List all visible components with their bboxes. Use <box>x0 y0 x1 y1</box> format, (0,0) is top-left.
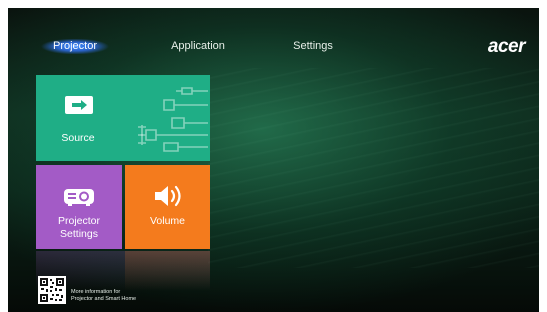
acer-logo: acer <box>487 36 526 57</box>
projector-icon <box>64 189 94 206</box>
tab-application[interactable]: Application <box>158 39 238 54</box>
projector-label-line1: Projector <box>57 215 100 227</box>
projector-settings-tile[interactable]: Projector Settings <box>36 165 122 249</box>
tab-settings[interactable]: Settings <box>280 39 346 54</box>
background-streaks <box>208 68 539 268</box>
projector-settings-label: Projector Settings <box>36 215 122 241</box>
top-navigation: Projector Application Settings acer <box>8 8 539 57</box>
source-input-icon <box>65 96 93 114</box>
cables-icon <box>138 87 208 152</box>
tab-projector[interactable]: Projector <box>41 39 109 54</box>
source-tile[interactable]: Source <box>36 75 210 161</box>
more-info-text: More information for Projector and Smart… <box>71 289 136 303</box>
source-label: Source <box>61 132 95 144</box>
info-line1: More information for <box>71 289 121 295</box>
qr-code-icon[interactable] <box>38 276 66 304</box>
projector-home-screen: Projector Application Settings acer Sour… <box>8 8 539 312</box>
info-line2: Projector and Smart Home <box>71 296 137 302</box>
speaker-icon <box>155 185 181 207</box>
volume-tile[interactable]: Volume <box>125 165 210 249</box>
volume-label: Volume <box>149 215 186 227</box>
projector-label-line2: Settings <box>60 228 98 240</box>
